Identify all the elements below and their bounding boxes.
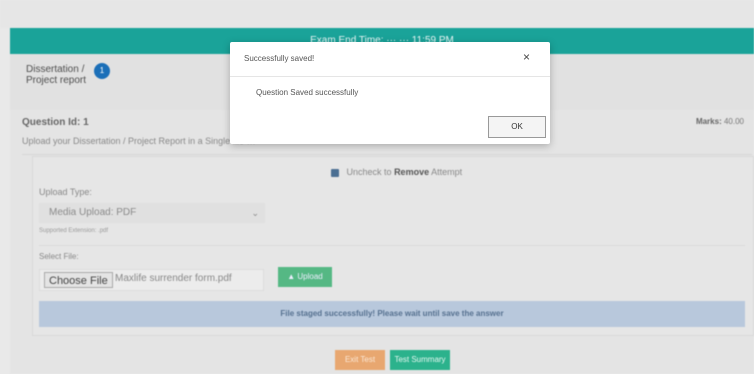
question-instruction: Upload your Dissertation / Project Repor… — [22, 136, 256, 146]
divider — [39, 245, 745, 246]
success-modal: Successfully saved! × Question Saved suc… — [230, 42, 550, 144]
file-staged-message: File staged successfully! Please wait un… — [39, 301, 745, 327]
modal-header: Successfully saved! × — [230, 42, 550, 77]
modal-title: Successfully saved! — [244, 54, 315, 63]
marks-value: 40.00 — [723, 117, 744, 126]
selected-file-name: Maxlife surrender form.pdf — [115, 273, 232, 284]
marks-label: Marks: — [695, 117, 722, 126]
exit-test-button[interactable]: Exit Test — [335, 350, 385, 370]
remove-attempt-checkbox[interactable] — [331, 168, 339, 177]
upload-label: Upload — [297, 272, 323, 281]
upload-type-select[interactable]: Media Upload: PDF ⌄ — [39, 203, 265, 223]
upload-type-value: Media Upload: PDF — [49, 207, 137, 218]
modal-message: Question Saved successfully — [256, 88, 359, 97]
choose-file-button[interactable]: Choose File — [44, 272, 113, 288]
upload-icon: ▲ — [287, 272, 296, 281]
close-icon[interactable]: × — [523, 50, 530, 64]
question-id: Question Id: 1 — [22, 117, 89, 128]
divider — [22, 154, 752, 155]
chevron-down-icon: ⌄ — [251, 208, 259, 218]
remove-bold: Remove — [394, 167, 430, 177]
marks: Marks: 40.00 — [696, 117, 744, 126]
remove-suffix: Attempt — [431, 167, 463, 177]
section-title: Dissertation / Project report — [26, 64, 87, 86]
upload-button[interactable]: ▲ Upload — [278, 267, 332, 287]
test-summary-button[interactable]: Test Summary — [390, 350, 450, 370]
select-file-label: Select File: — [39, 252, 79, 261]
section-badge[interactable]: 1 — [94, 63, 110, 79]
upload-type-label: Upload Type: — [39, 187, 92, 197]
answer-form: Uncheck to Remove Attempt Upload Type: M… — [32, 156, 754, 336]
remove-prefix: Uncheck to — [346, 167, 392, 177]
supported-extension-text: Supported Extension: .pdf — [39, 228, 109, 234]
top-bar — [0, 0, 754, 28]
remove-attempt-row[interactable]: Uncheck to Remove Attempt — [331, 167, 462, 177]
ok-button[interactable]: OK — [488, 116, 546, 138]
file-input[interactable]: Choose File Maxlife surrender form.pdf — [39, 269, 264, 291]
